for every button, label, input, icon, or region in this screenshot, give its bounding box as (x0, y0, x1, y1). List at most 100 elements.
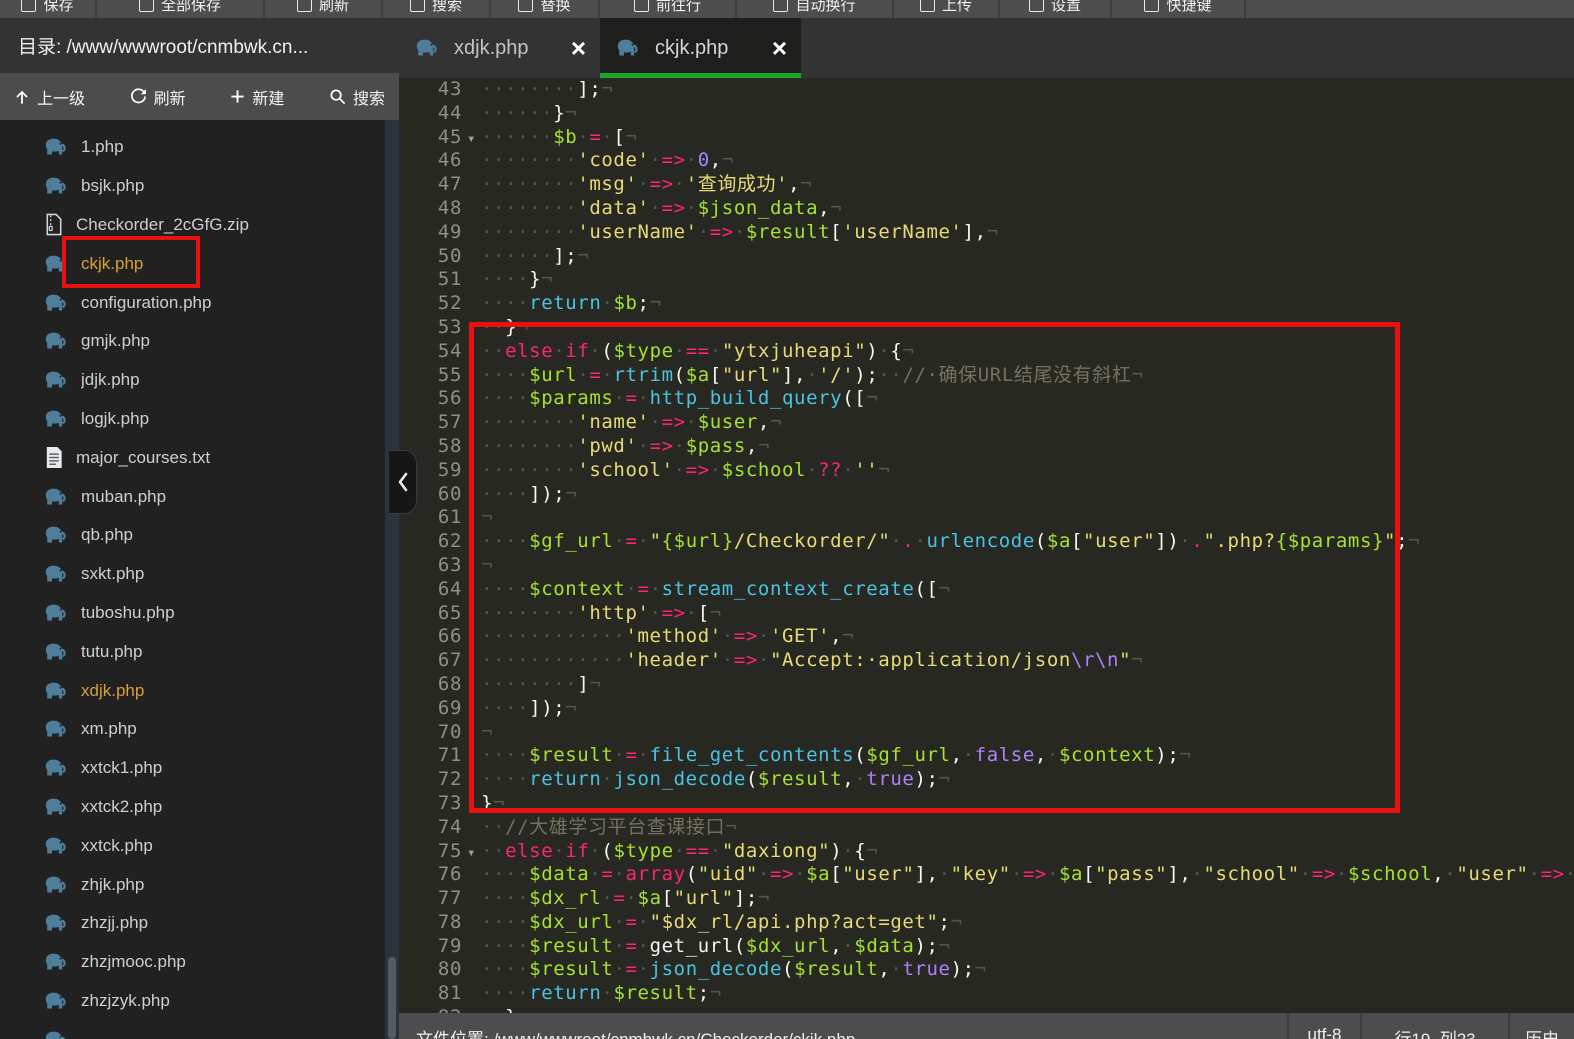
fold-arrow-icon[interactable]: ▾ (462, 342, 481, 366)
file-item-sxkt.php[interactable]: sxkt.php (0, 555, 385, 594)
file-name: sxkt.php (81, 564, 144, 584)
fold-arrow-icon[interactable]: ▾ (462, 604, 481, 628)
toolbar-item-save-all[interactable]: 全部保存 (97, 0, 265, 18)
sidebar-scrollbar-thumb[interactable] (388, 957, 396, 1039)
file-item-major_courses.txt[interactable]: major_courses.txt (0, 438, 385, 477)
file-item-jdjk.php[interactable]: jdjk.php (0, 361, 385, 400)
status-history-button[interactable]: 历史 (1508, 1013, 1574, 1039)
toolbar-item-save[interactable]: 保存 (0, 0, 97, 18)
code-line-75[interactable]: 75▾··else·if·($type·==·"daxiong")·{¬ (399, 840, 1574, 864)
file-item-zhjk.php[interactable]: zhjk.php (0, 865, 385, 904)
sidebar-collapse-button[interactable] (389, 450, 417, 514)
code-line-66[interactable]: 66············'method'·=>·'GET',¬ (399, 625, 1574, 649)
code-line-63[interactable]: 63¬ (399, 554, 1574, 578)
file-item-xdjk.php[interactable]: xdjk.php (0, 671, 385, 710)
file-item-configuration.php[interactable]: configuration.php (0, 283, 385, 322)
code-line-51[interactable]: 51····}¬ (399, 268, 1574, 292)
code-line-76[interactable]: 76····$data·=·array("uid"·=>·$a["user"],… (399, 863, 1574, 887)
file-item-1.php[interactable]: 1.php (0, 128, 385, 167)
fold-arrow-icon[interactable]: ▾ (462, 128, 481, 152)
code-line-60[interactable]: 60····]);¬ (399, 483, 1574, 507)
file-item-bsjk.php[interactable]: bsjk.php (0, 167, 385, 206)
code-line-54[interactable]: 54▾··else·if·($type·==·"ytxjuheapi")·{¬ (399, 340, 1574, 364)
file-item-tutu.php[interactable]: tutu.php (0, 632, 385, 671)
toolbar-item-goto-line[interactable]: 前往行 (600, 0, 737, 18)
toolbar-item-refresh[interactable]: 刷新 (265, 0, 383, 18)
action-refresh[interactable]: 刷新 (130, 85, 186, 109)
code-line-72[interactable]: 72····return·json_decode($result,·true);… (399, 768, 1574, 792)
code-line-55[interactable]: 55····$url·=·rtrim($a["url"],·'/');··//·… (399, 364, 1574, 388)
file-item-xxtck.php[interactable]: xxtck.php (0, 826, 385, 865)
code-line-61[interactable]: 61¬ (399, 506, 1574, 530)
code-line-50[interactable]: 50······];¬ (399, 245, 1574, 269)
code-line-58[interactable]: 58········'pwd'·=>·$pass,¬ (399, 435, 1574, 459)
code-line-59[interactable]: 59········'school'·=>·$school·??·''¬ (399, 459, 1574, 483)
file-item-xxtck2.php[interactable]: xxtck2.php (0, 788, 385, 827)
code-line-67[interactable]: 67············'header'·=>·"Accept:·appli… (399, 649, 1574, 673)
action-new[interactable]: 新建 (230, 85, 284, 109)
code-line-70[interactable]: 70¬ (399, 721, 1574, 745)
action-parent[interactable]: 上一级 (14, 85, 85, 109)
code-line-49[interactable]: 49········'userName'·=>·$result['userNam… (399, 221, 1574, 245)
toolbar-empty-space (1246, 0, 1574, 18)
code-line-47[interactable]: 47········'msg'·=>·'查询成功',¬ (399, 173, 1574, 197)
code-line-74[interactable]: 74··//大雄学习平台查课接口¬ (399, 816, 1574, 840)
action-label: 搜索 (353, 85, 385, 109)
fold-arrow-icon[interactable]: ▾ (462, 389, 481, 413)
code-line-45[interactable]: 45▾······$b·=·[¬ (399, 126, 1574, 150)
code-text: ····]);¬ (481, 483, 577, 505)
code-line-80[interactable]: 80····$result·=·json_decode($result,·tru… (399, 958, 1574, 982)
file-item-xxtck1.php[interactable]: xxtck1.php (0, 749, 385, 788)
tab-ckjk.php[interactable]: ckjk.php× (600, 18, 801, 78)
code-line-52[interactable]: 52····return·$b;¬ (399, 292, 1574, 316)
code-line-44[interactable]: 44······}¬ (399, 102, 1574, 126)
code-line-53[interactable]: 53··}¬ (399, 316, 1574, 340)
file-item-qb.php[interactable]: qb.php (0, 516, 385, 555)
file-item-zhzjmooc.php[interactable]: zhzjmooc.php (0, 943, 385, 982)
fold-arrow-icon[interactable]: ▾ (462, 842, 481, 866)
file-item-ckjk.php[interactable]: ckjk.php (0, 244, 385, 283)
close-icon[interactable]: × (772, 35, 787, 61)
file-item-xm.php[interactable]: xm.php (0, 710, 385, 749)
toolbar-item-shortcuts[interactable]: 快捷键 (1112, 0, 1246, 18)
toolbar-item-search[interactable]: 搜索 (383, 0, 491, 18)
code-line-56[interactable]: 56▾····$params·=·http_build_query([¬ (399, 387, 1574, 411)
sidebar-divider[interactable] (385, 120, 399, 1039)
upload-icon (920, 0, 935, 12)
code-line-57[interactable]: 57········'name'·=>·$user,¬ (399, 411, 1574, 435)
code-line-73[interactable]: 73}¬ (399, 792, 1574, 816)
code-line-79[interactable]: 79····$result·=·get_url($dx_url,·$data);… (399, 935, 1574, 959)
code-line-62[interactable]: 62····$gf_url·=·"{$url}/Checkorder/"·.·u… (399, 530, 1574, 554)
code-line-81[interactable]: 81····return·$result;¬ (399, 982, 1574, 1006)
code-line-78[interactable]: 78····$dx_url·=·"$dx_rl/api.php?act=get"… (399, 911, 1574, 935)
toolbar-item-upload[interactable]: 上传 (894, 0, 1000, 18)
code-line-48[interactable]: 48········'data'·=>·$json_data,¬ (399, 197, 1574, 221)
action-search[interactable]: 搜索 (329, 85, 385, 109)
toolbar-item-settings[interactable]: 设置 (1000, 0, 1112, 18)
file-item-gmjk.php[interactable]: gmjk.php (0, 322, 385, 361)
directory-path-bar[interactable]: 目录: /www/wwwroot/cnmbwk.cn... (0, 18, 399, 73)
toolbar-item-word-wrap[interactable]: 自动换行 (737, 0, 894, 18)
code-line-77[interactable]: 77····$dx_rl·=·$a["url"];¬ (399, 887, 1574, 911)
file-item-muban.php[interactable]: muban.php (0, 477, 385, 516)
code-line-46[interactable]: 46········'code'·=>·0,¬ (399, 149, 1574, 173)
fold-arrow-icon[interactable]: ▾ (462, 580, 481, 604)
file-item-zhzjj.php[interactable]: zhzjj.php (0, 904, 385, 943)
code-text: ····$gf_url·=·"{$url}/Checkorder/"·.·url… (481, 530, 1420, 552)
file-item-zhzjzyk.php[interactable]: zhzjzyk.php (0, 982, 385, 1021)
code-line-69[interactable]: 69····]);¬ (399, 697, 1574, 721)
file-item-clipped[interactable] (0, 1020, 385, 1039)
close-icon[interactable]: × (571, 35, 586, 61)
file-item-logjk.php[interactable]: logjk.php (0, 400, 385, 439)
code-line-64[interactable]: 64▾····$context·=·stream_context_create(… (399, 578, 1574, 602)
tab-xdjk.php[interactable]: xdjk.php× (399, 18, 600, 78)
file-item-Checkorder_2cGfG.zip[interactable]: Checkorder_2cGfG.zip (0, 206, 385, 245)
code-line-65[interactable]: 65▾········'http'·=>·[¬ (399, 602, 1574, 626)
file-item-tuboshu.php[interactable]: tuboshu.php (0, 594, 385, 633)
code-line-68[interactable]: 68········]¬ (399, 673, 1574, 697)
code-editor[interactable]: 43········];¬44······}¬45▾······$b·=·[¬4… (399, 78, 1574, 1013)
code-line-43[interactable]: 43········];¬ (399, 78, 1574, 102)
code-line-71[interactable]: 71····$result·=·file_get_contents($gf_ur… (399, 744, 1574, 768)
code-line-82[interactable]: 82··}¬ (399, 1006, 1574, 1013)
toolbar-item-replace[interactable]: 替换 (491, 0, 600, 18)
